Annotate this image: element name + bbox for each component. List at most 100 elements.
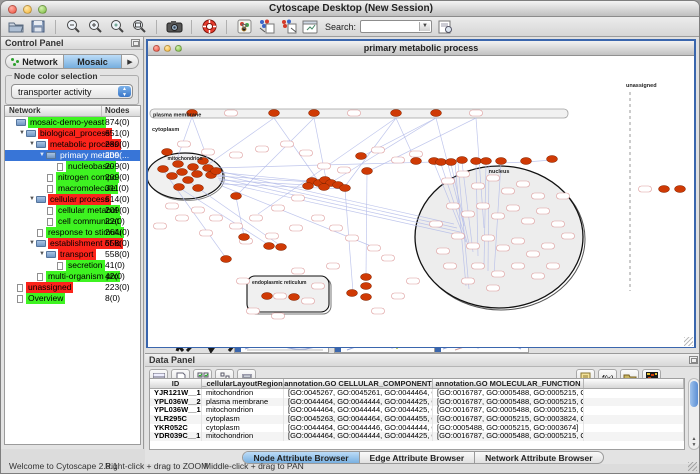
tree-row[interactable]: unassigned223(0)	[5, 282, 140, 293]
table-scrollbar[interactable]: ▲▼	[688, 378, 700, 450]
table-row[interactable]: YDR039C__1mitochondrion[GO:0044464, GO:0…	[150, 432, 684, 441]
tab-mosaic[interactable]: Mosaic	[64, 55, 122, 68]
expand-arrow-icon[interactable]: ▼	[38, 150, 46, 161]
float-panel-icon[interactable]	[131, 39, 140, 47]
table-cell: [GO:0044464, GO:0044444, GO:0044425, G..…	[284, 406, 433, 415]
status-bar: Welcome to Cytoscape 2.8.1 Right-click +…	[1, 461, 700, 473]
group-title: Node color selection	[12, 71, 100, 81]
expand-arrow-icon[interactable]: ▼	[28, 139, 36, 150]
tree-row-label: secretion	[66, 260, 105, 271]
search-dropdown-arrow[interactable]: ▼	[419, 22, 430, 31]
tree-col-network[interactable]: Network	[5, 106, 102, 116]
tree-row[interactable]: secretion41(0)	[5, 260, 140, 271]
tree-row[interactable]: ▼cellular process614(0)	[5, 194, 140, 205]
file-icon	[57, 163, 63, 171]
zoom-selected-icon[interactable]	[108, 18, 126, 35]
tree-row[interactable]: nucleobase-209(0)	[5, 161, 140, 172]
expand-arrow-icon[interactable]: ▼	[28, 194, 36, 205]
tree-row[interactable]: ▼ transport 558(0)	[5, 249, 140, 260]
app-resize-grip[interactable]	[688, 462, 697, 471]
tree-row-nodes-count: 874(0)	[105, 117, 130, 128]
table-row[interactable]: YPL036W__2plasma membrane[GO:0044464, GO…	[150, 398, 684, 407]
folder-icon	[36, 141, 46, 148]
table-row[interactable]: YLR295Ccytoplasm[GO:0045263, GO:0044464,…	[150, 415, 684, 424]
expand-arrow-icon[interactable]: ▼	[18, 128, 26, 139]
folder-icon	[36, 196, 46, 203]
table-row[interactable]: YPL036W__1mitochondrion[GO:0044464, GO:0…	[150, 406, 684, 415]
search-input[interactable]: ▼	[360, 20, 432, 33]
save-icon[interactable]	[29, 18, 47, 35]
expand-arrow-icon[interactable]: ▼	[38, 249, 46, 260]
tree-row-label: transport	[58, 249, 96, 260]
tab-network[interactable]: Network	[6, 55, 64, 68]
column-header[interactable]: _cellularLayoutRegion	[202, 379, 284, 388]
status-pan-hint: Middle-click + drag to PAN	[204, 461, 304, 471]
tree-row[interactable]: ▼metabolic process280(0)	[5, 139, 140, 150]
file-icon	[47, 185, 53, 193]
tree-row[interactable]: response to stimulu264(0)	[5, 227, 140, 238]
tree-row[interactable]: Overview8(0)	[5, 293, 140, 304]
network-tree-rows: mosaic-demo-yeast874(0)▼biological_proce…	[5, 117, 140, 304]
file-icon	[17, 284, 23, 292]
snapshot-camera-icon[interactable]	[165, 18, 183, 35]
expand-arrow-icon[interactable]: ▼	[28, 238, 36, 249]
tree-row[interactable]: ▼establishment of lo558(0)	[5, 238, 140, 249]
table-cell	[584, 415, 684, 424]
control-panel-tabs: Network Mosaic ▶	[5, 54, 139, 69]
tree-row[interactable]: multi-organism pro42(0)	[5, 271, 140, 282]
table-cell: YLR295C	[150, 415, 202, 424]
scrollbar-arrows-icon[interactable]: ▲▼	[689, 436, 699, 448]
file-icon	[47, 174, 53, 182]
tree-row[interactable]: cellular metabol209(0)	[5, 205, 140, 216]
folder-icon	[26, 130, 36, 137]
column-header[interactable]: annotation.GO MOLECULAR_FUNCTION	[433, 379, 584, 388]
tree-row-nodes-count: 651(0)	[105, 128, 130, 139]
column-header[interactable]: ID	[150, 379, 202, 388]
status-zoom-hint: Right-click + drag to ZOOM	[105, 461, 208, 471]
tree-row-nodes-count: 280(0)	[105, 139, 130, 150]
table-cell: [GO:0044464, GO:0044446, GO:0044444, G..…	[284, 424, 433, 433]
float-panel-icon[interactable]	[689, 356, 698, 364]
table-cell: [GO:0044464, GO:0044444, GO:0044425, G..…	[284, 432, 433, 441]
table-cell	[584, 424, 684, 433]
tree-col-nodes[interactable]: Nodes	[102, 106, 140, 116]
table-cell: [GO:0016787, GO:0005488, GO:0005215, G..…	[433, 389, 584, 398]
table-cell: cytoplasm	[202, 415, 284, 424]
tree-row[interactable]: macromolecule311(0)	[5, 183, 140, 194]
tree-row-nodes-count: 558(0)	[105, 249, 130, 260]
column-header[interactable]	[584, 379, 684, 388]
table-row[interactable]: YKR052Ccytoplasm[GO:0044464, GO:0044446,…	[150, 424, 684, 433]
tree-row[interactable]: ▼primary metabo209(...	[5, 150, 140, 161]
annotation-icon[interactable]	[301, 18, 319, 35]
tree-row-nodes-count: 558(0)	[105, 238, 130, 249]
tree-row[interactable]: nitrogen compo209(0)	[5, 172, 140, 183]
scrollbar-thumb[interactable]	[690, 381, 698, 407]
column-header[interactable]: annotation.GO CELLULAR_COMPONENT	[284, 379, 433, 388]
zoom-in-icon[interactable]	[86, 18, 104, 35]
help-lifering-icon[interactable]	[200, 18, 218, 35]
zoom-fit-icon[interactable]	[130, 18, 148, 35]
table-cell: mitochondrion	[202, 406, 284, 415]
attribute-table[interactable]: ID_cellularLayoutRegionannotation.GO CEL…	[149, 378, 685, 450]
configure-search-icon[interactable]	[436, 18, 454, 35]
window-resize-grip[interactable]	[684, 337, 693, 346]
network-window-titlebar[interactable]: primary metabolic process	[148, 41, 694, 56]
export-network-icon[interactable]	[279, 18, 297, 35]
table-cell: mitochondrion	[202, 389, 284, 398]
table-row[interactable]: YJR121W__1mitochondrion[GO:0045267, GO:0…	[150, 389, 684, 398]
svg-text:nucleus: nucleus	[489, 169, 510, 175]
node-color-attribute-select[interactable]: transporter activity ▲▼	[11, 84, 133, 99]
tree-row-nodes-count: 264(0)	[105, 227, 130, 238]
open-folder-icon[interactable]	[7, 18, 25, 35]
tree-row[interactable]: cell communicat22(0)	[5, 216, 140, 227]
app-title: Cytoscape Desktop (New Session)	[1, 3, 700, 14]
tab-overflow-button[interactable]: ▶	[122, 55, 138, 68]
zoom-out-icon[interactable]	[64, 18, 82, 35]
svg-text:endoplasmic reticulum: endoplasmic reticulum	[252, 280, 307, 286]
import-network-icon[interactable]	[257, 18, 275, 35]
control-panel-header: Control Panel	[1, 37, 143, 50]
tree-row[interactable]: mosaic-demo-yeast874(0)	[5, 117, 140, 128]
vizmapper-icon[interactable]	[235, 18, 253, 35]
network-canvas[interactable]: plasma membranecytoplasmmitochondrionnuc…	[148, 56, 694, 347]
tree-row[interactable]: ▼biological_process651(0)	[5, 128, 140, 139]
